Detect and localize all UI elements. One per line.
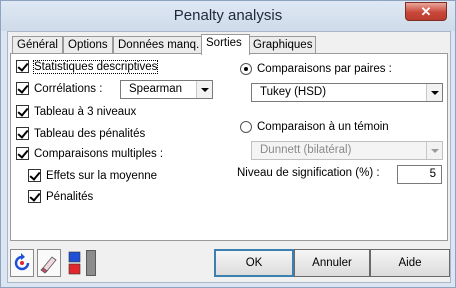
significance-level-label: Niveau de signification (%) : xyxy=(237,167,380,179)
correlations-label: Corrélations : xyxy=(34,82,103,95)
correlation-method-value: Spearman xyxy=(129,83,183,95)
dialog-body: Général Options Données manq. Sorties Gr… xyxy=(7,31,451,283)
control-comparison-label: Comparaison à un témoin xyxy=(257,121,389,133)
control-comparison-radio[interactable] xyxy=(240,121,252,133)
penalties-table-label: Tableau des pénalités xyxy=(34,127,146,140)
penalties-checkbox[interactable] xyxy=(28,190,41,203)
correlations-checkbox[interactable] xyxy=(16,82,29,95)
reset-button[interactable] xyxy=(10,249,34,277)
tab-outputs[interactable]: Sorties xyxy=(201,34,250,55)
three-level-table-checkbox[interactable] xyxy=(16,105,29,118)
window-title: Penalty analysis xyxy=(173,7,283,24)
mean-effects-option[interactable]: Effets sur la moyenne xyxy=(28,169,157,182)
mean-effects-label: Effets sur la moyenne xyxy=(46,169,158,182)
pairwise-comparisons-label: Comparaisons par paires : xyxy=(257,63,392,75)
color-squares-icon[interactable] xyxy=(68,251,81,275)
three-level-table-label: Tableau à 3 niveaux xyxy=(34,105,137,118)
control-method-select: Dunnett (bilatéral) xyxy=(251,141,443,160)
penalties-label: Pénalités xyxy=(46,190,94,203)
pairwise-comparisons-option[interactable]: Comparaisons par paires : xyxy=(240,63,392,75)
pairwise-comparisons-radio[interactable] xyxy=(240,63,252,75)
outputs-panel: Statistiques descriptives Corrélations :… xyxy=(10,53,448,241)
reset-icon xyxy=(14,253,30,271)
correlation-method-select[interactable]: Spearman xyxy=(120,80,213,99)
descriptive-stats-label: Statistiques descriptives xyxy=(32,59,159,74)
mean-effects-checkbox[interactable] xyxy=(28,169,41,182)
cancel-button[interactable]: Annuler xyxy=(294,249,370,277)
penalties-option[interactable]: Pénalités xyxy=(28,190,93,203)
eraser-icon xyxy=(40,256,57,274)
multiple-comparisons-option[interactable]: Comparaisons multiples : xyxy=(16,147,163,160)
penalties-table-option[interactable]: Tableau des pénalités xyxy=(16,127,145,140)
multiple-comparisons-checkbox[interactable] xyxy=(16,147,29,160)
ok-button[interactable]: OK xyxy=(214,249,294,277)
tab-options[interactable]: Options xyxy=(63,36,113,54)
control-comparison-option[interactable]: Comparaison à un témoin xyxy=(240,121,389,133)
descriptive-stats-checkbox[interactable] xyxy=(16,60,29,73)
gray-bar-icon[interactable] xyxy=(86,250,96,276)
tab-charts[interactable]: Graphiques xyxy=(248,36,316,54)
chevron-down-icon[interactable] xyxy=(426,84,442,101)
control-method-value: Dunnett (bilatéral) xyxy=(260,144,352,156)
chevron-down-icon[interactable] xyxy=(196,81,212,98)
three-level-table-option[interactable]: Tableau à 3 niveaux xyxy=(16,105,136,118)
help-button[interactable]: Aide xyxy=(370,249,450,277)
descriptive-stats-option[interactable]: Statistiques descriptives xyxy=(16,59,159,74)
pairwise-method-select[interactable]: Tukey (HSD) xyxy=(251,83,443,102)
correlations-option[interactable]: Corrélations : xyxy=(16,82,102,95)
title-bar: Penalty analysis ✕ xyxy=(1,1,455,31)
tab-general[interactable]: Général xyxy=(12,36,63,54)
significance-level-input[interactable]: 5 xyxy=(397,165,442,184)
tab-missing-data[interactable]: Données manq. xyxy=(113,36,202,54)
clear-button[interactable] xyxy=(37,249,61,277)
penalties-table-checkbox[interactable] xyxy=(16,127,29,140)
dialog-window: Penalty analysis ✕ Général Options Donné… xyxy=(0,0,456,288)
pairwise-method-value: Tukey (HSD) xyxy=(260,86,327,98)
close-button[interactable]: ✕ xyxy=(405,2,447,21)
multiple-comparisons-label: Comparaisons multiples : xyxy=(34,147,164,160)
chevron-down-icon xyxy=(426,142,442,159)
